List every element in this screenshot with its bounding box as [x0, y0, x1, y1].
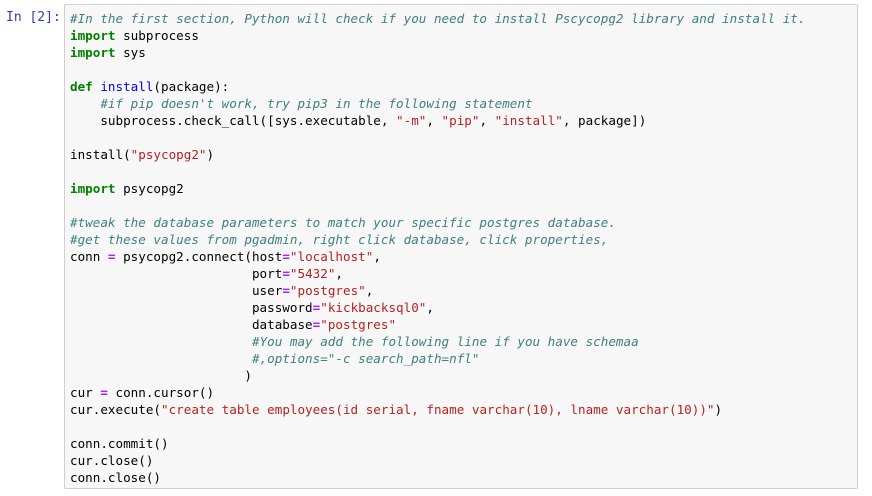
- code-token: (package):: [153, 79, 230, 94]
- code-token: install(: [70, 147, 131, 162]
- code-line: #tweak the database parameters to match …: [70, 214, 805, 231]
- code-token: password: [70, 300, 313, 315]
- code-line: import psycopg2: [70, 180, 805, 197]
- notebook-code-cell[interactable]: In [2]: #In the first section, Python wi…: [0, 0, 872, 496]
- code-token: import: [70, 28, 116, 43]
- code-token: ,: [479, 113, 495, 128]
- code-token: ): [714, 402, 723, 417]
- code-token: "create table employees(id serial, fname…: [161, 402, 715, 417]
- code-token: install: [100, 79, 154, 94]
- code-line: install("psycopg2"): [70, 146, 805, 163]
- code-token: , package]): [562, 113, 647, 128]
- code-line: #In the first section, Python will check…: [70, 10, 805, 27]
- code-line: ​: [70, 197, 805, 214]
- code-token: psycopg2: [115, 181, 184, 196]
- code-line: import subprocess: [70, 27, 805, 44]
- code-token: subprocess: [115, 28, 199, 43]
- code-token: ,: [335, 266, 343, 281]
- code-line: #,options="-c search_path=nfl": [70, 350, 805, 367]
- code-token: ): [70, 368, 252, 383]
- code-line: ​: [70, 163, 805, 180]
- code-token: psycopg2.connect(host: [115, 249, 283, 264]
- code-token: "5432": [289, 266, 336, 281]
- code-token: conn.commit(): [70, 436, 169, 451]
- code-token: cur.execute(: [70, 402, 161, 417]
- code-line: ​: [70, 129, 805, 146]
- code-token: database: [70, 317, 313, 332]
- code-token: ,: [365, 283, 374, 298]
- code-token: "kickbacksql0": [320, 300, 427, 315]
- code-line: #if pip doesn't work, try pip3 in the fo…: [70, 95, 805, 112]
- code-line: conn.close(): [70, 469, 805, 486]
- code-token: def: [70, 79, 93, 94]
- code-token: =: [282, 249, 290, 264]
- code-token: conn.close(): [70, 470, 161, 485]
- code-editor[interactable]: #In the first section, Python will check…: [64, 4, 858, 489]
- code-token: ,: [373, 249, 381, 264]
- code-line: conn = psycopg2.connect(host="localhost"…: [70, 248, 805, 265]
- code-token: "install": [494, 113, 563, 128]
- code-token: =: [282, 266, 290, 281]
- code-line: #You may add the following line if you h…: [70, 333, 805, 350]
- code-token: "postgres": [289, 283, 366, 298]
- code-line: user="postgres",: [70, 282, 805, 299]
- code-token: #get these values from pgadmin, right cl…: [70, 232, 609, 247]
- code-token: "-m": [396, 113, 427, 128]
- code-line: cur = conn.cursor(): [70, 384, 805, 401]
- code-token: =: [107, 249, 116, 264]
- code-token: user: [70, 283, 283, 298]
- code-token: =: [282, 283, 290, 298]
- code-token: =: [100, 385, 108, 400]
- code-token: #tweak the database parameters to match …: [70, 215, 616, 230]
- code-line: password="kickbacksql0",: [70, 299, 805, 316]
- code-line: conn.commit(): [70, 435, 805, 452]
- code-line: ​: [70, 61, 805, 78]
- code-line: import sys: [70, 44, 805, 61]
- code-line: cur.close(): [70, 452, 805, 469]
- code-token: port: [70, 266, 283, 281]
- code-content[interactable]: #In the first section, Python will check…: [70, 10, 805, 486]
- code-token: #You may add the following line if you h…: [251, 334, 639, 349]
- code-token: conn: [70, 249, 108, 264]
- code-token: cur: [70, 385, 101, 400]
- code-line: #get these values from pgadmin, right cl…: [70, 231, 805, 248]
- code-line: def install(package):: [70, 78, 805, 95]
- code-line: database="postgres": [70, 316, 805, 333]
- cell-prompt: In [2]:: [6, 10, 61, 25]
- code-token: ): [206, 147, 215, 162]
- code-line: port="5432",: [70, 265, 805, 282]
- code-token: "localhost": [289, 249, 374, 264]
- code-token: "pip": [441, 113, 480, 128]
- code-token: sys: [115, 45, 146, 60]
- code-token: ,: [426, 300, 434, 315]
- code-line: cur.execute("create table employees(id s…: [70, 401, 805, 418]
- code-token: subprocess.check_call([sys.executable,: [70, 113, 397, 128]
- code-token: cur.close(): [70, 453, 154, 468]
- code-token: #In the first section, Python will check…: [70, 11, 806, 26]
- code-token: ,: [426, 113, 442, 128]
- code-token: #if pip doesn't work, try pip3 in the fo…: [100, 96, 533, 111]
- code-line: ​: [70, 418, 805, 435]
- code-token: "postgres": [320, 317, 397, 332]
- code-token: import: [70, 181, 116, 196]
- code-token: import: [70, 45, 116, 60]
- code-token: "psycopg2": [130, 147, 207, 162]
- code-token: conn.cursor(): [107, 385, 215, 400]
- code-line: subprocess.check_call([sys.executable, "…: [70, 112, 805, 129]
- code-token: #,options="-c search_path=nfl": [251, 351, 480, 366]
- code-line: ): [70, 367, 805, 384]
